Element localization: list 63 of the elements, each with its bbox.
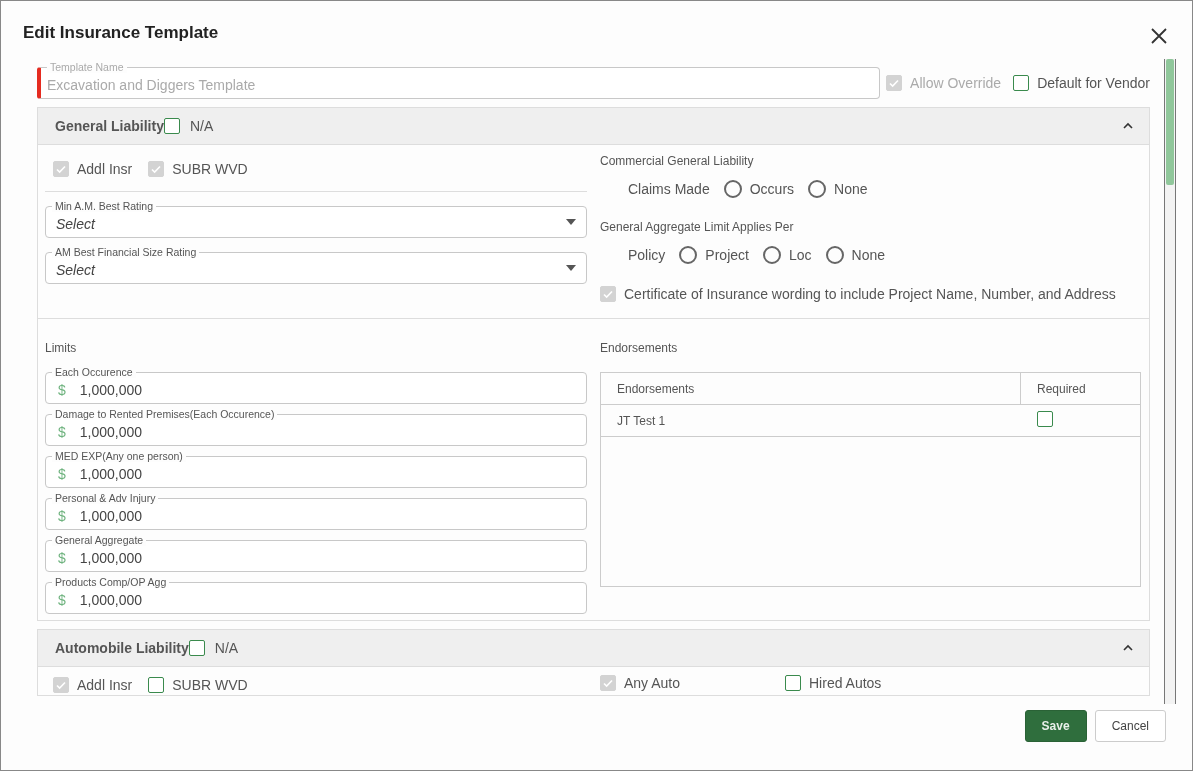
radio-button[interactable]: Occurs: [723, 180, 795, 198]
column-header: Endorsements: [600, 372, 1021, 405]
cancel-button[interactable]: Cancel: [1094, 710, 1166, 742]
section-title: General Liability: [55, 118, 164, 134]
radio-label: Policy: [628, 247, 666, 263]
radio-label: Claims Made: [628, 181, 710, 197]
section-header[interactable]: Automobile Liability N/A: [38, 630, 1149, 667]
checkmark-icon: [55, 163, 67, 175]
dropdown-icon: [566, 219, 576, 225]
currency-symbol: $: [58, 550, 66, 566]
na-label: N/A: [189, 118, 214, 134]
section-label: Limits: [45, 341, 78, 355]
placeholder-text: Select: [56, 215, 97, 232]
amount-value: 1,000,000: [79, 423, 144, 440]
column-header: Required: [1020, 372, 1141, 405]
section-header[interactable]: General Liability N/A: [38, 108, 1149, 145]
amount-value: 1,000,000: [79, 465, 144, 482]
field-label: Template Name: [47, 61, 127, 73]
placeholder-text: Select: [56, 261, 97, 278]
field-label: Damage to Rented Premises(Each Occurence): [52, 408, 278, 420]
section-title: Automobile Liability: [55, 640, 189, 656]
radio-button[interactable]: None: [825, 246, 885, 264]
table-cell: JT Test 1: [600, 404, 1021, 437]
field-label: MED EXP(Any one person): [52, 450, 186, 462]
currency-symbol: $: [58, 592, 66, 608]
field-value: Excavation and Diggers Template: [47, 76, 257, 93]
dialog-title: Edit Insurance Template: [23, 23, 219, 43]
checkbox[interactable]: Hired Autos: [785, 675, 882, 691]
radio-button[interactable]: None: [808, 180, 868, 198]
amount-value: 1,000,000: [79, 507, 144, 524]
group-label: Commercial General Liability: [600, 154, 755, 168]
amount-value: 1,000,000: [79, 549, 144, 566]
scrollbar[interactable]: [1164, 59, 1176, 704]
na-label: N/A: [214, 640, 239, 656]
close-icon: [1150, 27, 1168, 45]
currency-symbol: $: [58, 424, 66, 440]
save-button[interactable]: Save: [1024, 710, 1087, 742]
checkbox[interactable]: [188, 640, 205, 656]
field-label: General Aggregate: [52, 534, 147, 546]
checkbox[interactable]: [1036, 411, 1053, 427]
checkbox[interactable]: [163, 118, 180, 134]
section-label: Endorsements: [600, 341, 679, 355]
field-label: Personal & Adv Injury: [52, 492, 159, 504]
checkmark-icon: [602, 677, 614, 689]
dropdown-icon: [566, 265, 576, 271]
amount-value: 1,000,000: [79, 381, 144, 398]
currency-symbol: $: [58, 382, 66, 398]
radio-button[interactable]: Project: [679, 246, 749, 264]
radio-button[interactable]: Loc: [762, 246, 812, 264]
checkmark-icon: [602, 288, 614, 300]
currency-symbol: $: [58, 508, 66, 524]
checkmark-icon: [55, 679, 67, 691]
checkmark-icon: [888, 77, 901, 89]
checkbox[interactable]: Default for Vendor: [1013, 75, 1150, 91]
currency-symbol: $: [58, 466, 66, 482]
checkbox[interactable]: SUBR WVD: [148, 675, 248, 695]
field-label: AM Best Financial Size Rating: [52, 246, 200, 258]
field-label: Products Comp/OP Agg: [52, 576, 170, 588]
field-label: Each Occurence: [52, 366, 136, 378]
checkmark-icon: [150, 163, 163, 175]
field-label: Min A.M. Best Rating: [52, 200, 157, 212]
amount-value: 1,000,000: [79, 591, 144, 608]
group-label: General Aggregate Limit Applies Per: [600, 220, 795, 234]
